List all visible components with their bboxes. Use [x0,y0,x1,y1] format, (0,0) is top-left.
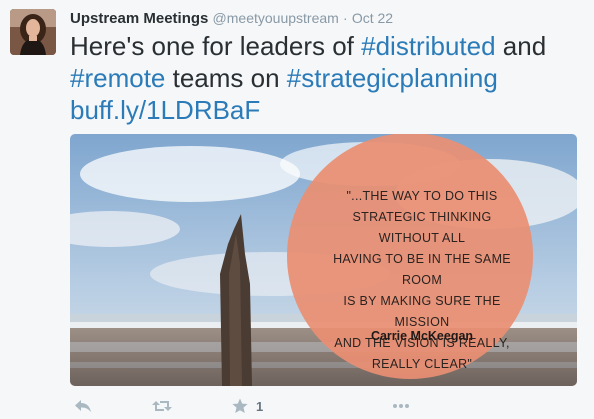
author-name[interactable]: Upstream Meetings [70,10,208,27]
favorite-count: 1 [256,398,264,414]
tweet-actions: 1 [70,395,580,419]
author-avatar[interactable] [10,9,56,55]
quote-line: having to be in the same room [333,252,511,287]
quote-line: "...The way to do this [346,189,498,203]
quote-line: really clear" [371,357,473,371]
hashtag-distributed[interactable]: #distributed [361,31,495,61]
more-dots-icon [393,404,409,408]
star-icon [232,398,248,413]
quote-line: is by making sure the mission [343,294,501,329]
reply-icon [75,400,91,412]
tweet-text-segment: and [495,31,547,61]
retweet-icon [152,401,172,411]
tweet-link[interactable]: buff.ly/1LDRBaF [70,95,260,125]
quote-text: "...The way to do this strategic thinkin… [322,186,522,375]
tweet-text-segment: Here's one for leaders of [70,31,362,61]
reply-button[interactable] [74,395,92,417]
tweet-text-segment: teams on [165,63,287,93]
more-button[interactable] [392,395,410,417]
tweet-text: Here's one for leaders of #distributed a… [70,30,580,126]
separator-dot: · [343,10,348,26]
tweet-timestamp[interactable]: Oct 22 [352,10,393,26]
hashtag-strategicplanning[interactable]: #strategicplanning [287,63,498,93]
quote-line: strategic thinking without all [352,210,492,245]
hashtag-remote[interactable]: #remote [70,63,165,93]
quote-author: Carrie McKeegan [370,329,474,343]
favorite-button[interactable]: 1 [232,395,263,417]
author-handle[interactable]: @meetyouupstream [213,10,339,26]
tweet-media-image[interactable]: "...The way to do this strategic thinkin… [70,134,577,386]
retweet-button[interactable] [152,395,172,417]
tweet-header: Upstream Meetings @meetyouupstream · Oct… [70,8,584,29]
